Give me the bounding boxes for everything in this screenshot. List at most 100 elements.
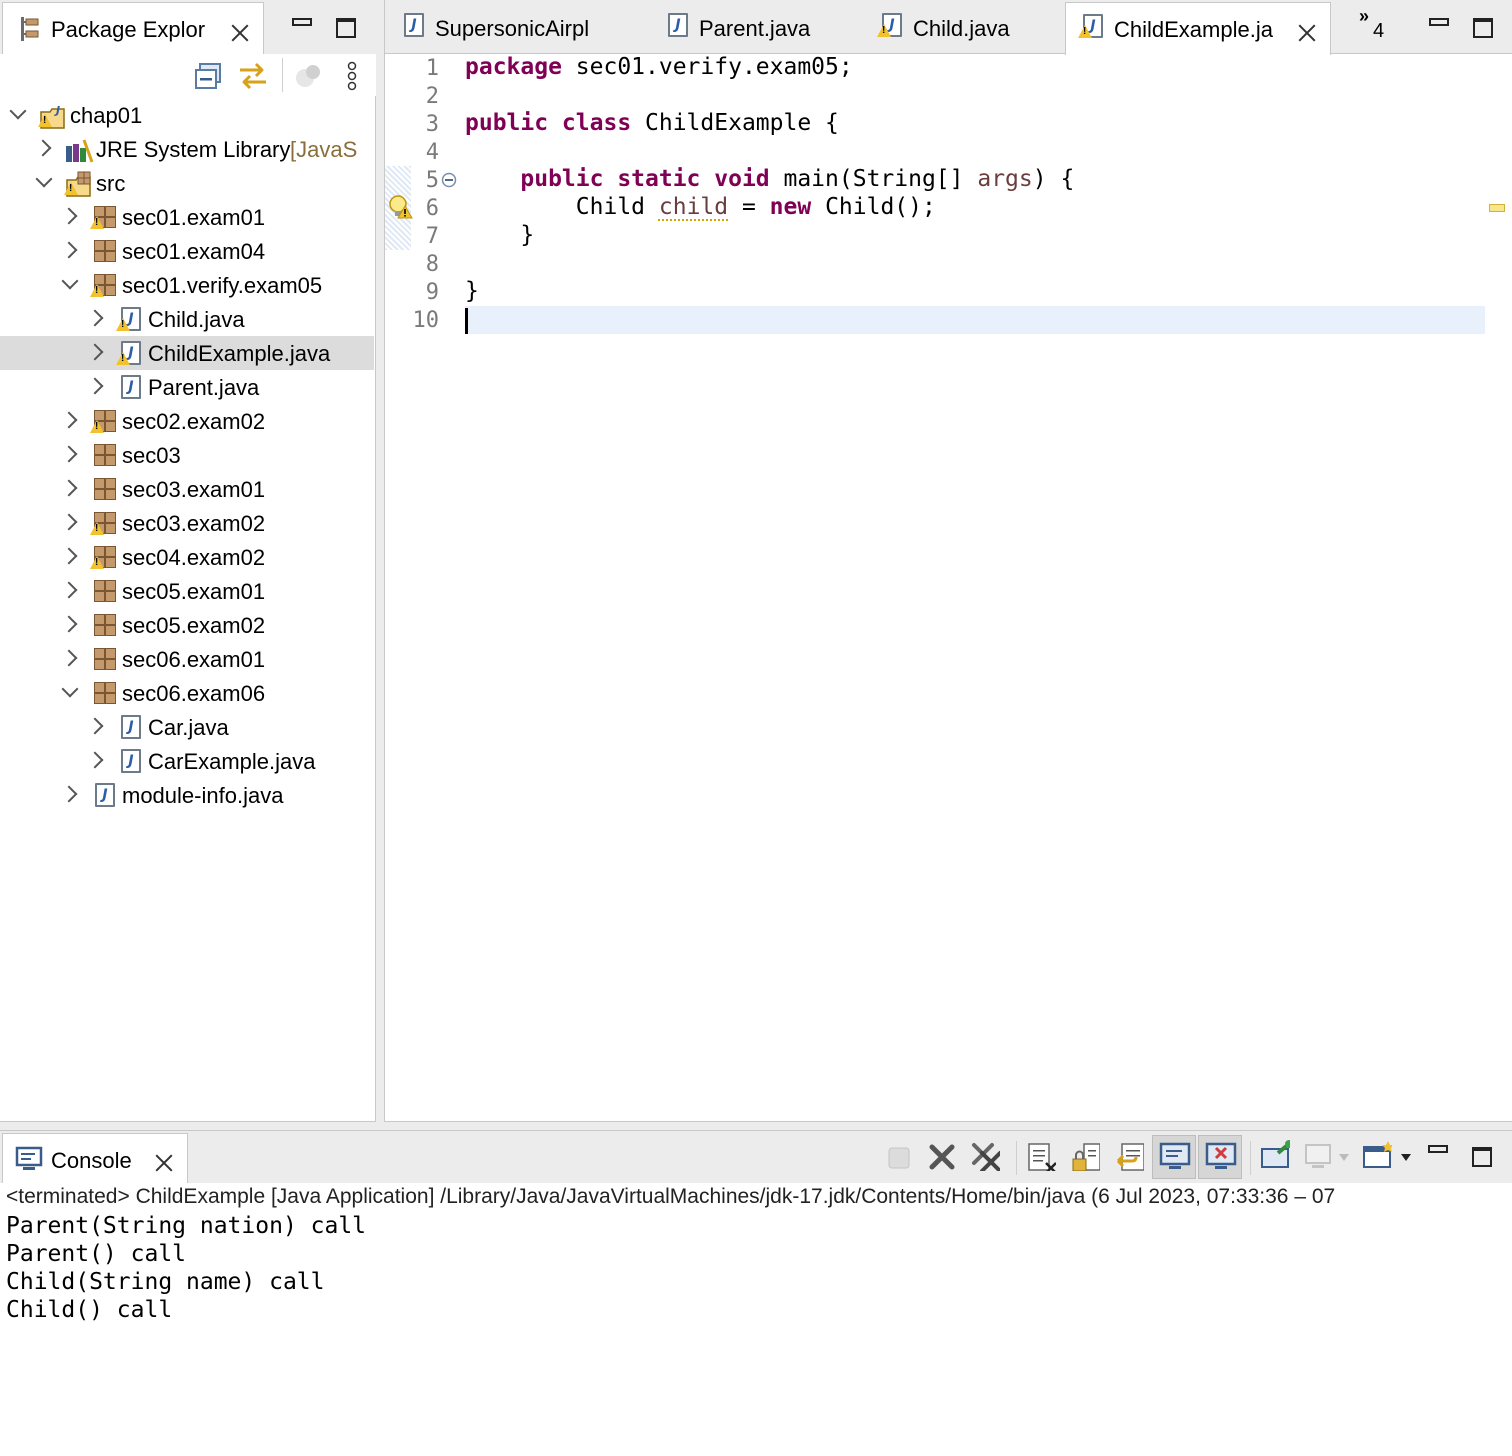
remove-all-terminated-icon[interactable] bbox=[970, 1141, 1000, 1171]
chevron-right-icon[interactable] bbox=[62, 787, 76, 801]
editor-tab-childexample[interactable]: J ChildExample.ja bbox=[1065, 2, 1331, 55]
text-caret bbox=[465, 308, 468, 334]
chevron-right-icon[interactable] bbox=[62, 617, 76, 631]
tree-item[interactable]: J Parent.java bbox=[0, 370, 374, 404]
tree-item[interactable]: sec06.exam01 bbox=[0, 642, 374, 676]
chevron-down-icon[interactable] bbox=[36, 175, 50, 189]
view-menu-icon[interactable] bbox=[344, 60, 360, 94]
word-wrap-icon[interactable] bbox=[1114, 1141, 1144, 1171]
tree-item[interactable]: J Car.java bbox=[0, 710, 374, 744]
scroll-lock-icon[interactable] bbox=[1070, 1141, 1100, 1171]
chevron-right-icon[interactable] bbox=[62, 651, 76, 665]
tree-item-label: sec06.exam06 bbox=[122, 681, 266, 706]
remove-launch-icon[interactable] bbox=[926, 1141, 956, 1171]
editor-tab-child[interactable]: J Child.java bbox=[865, 2, 1059, 52]
open-console-icon[interactable] bbox=[1362, 1139, 1392, 1169]
code-line-1[interactable]: package sec01.verify.exam05; bbox=[465, 54, 853, 80]
tree-item[interactable]: sec05.exam01 bbox=[0, 574, 374, 608]
maximize-icon[interactable] bbox=[1473, 18, 1493, 38]
chevron-right-icon[interactable] bbox=[62, 243, 76, 257]
console-tab[interactable]: Console bbox=[2, 1133, 188, 1183]
chevron-right-icon[interactable] bbox=[62, 481, 76, 495]
tree-item[interactable]: sec05.exam02 bbox=[0, 608, 374, 642]
tree-item[interactable]: Jmodule-info.java bbox=[0, 778, 374, 812]
chevron-right-icon[interactable] bbox=[88, 379, 102, 393]
code-line-7[interactable]: } bbox=[465, 222, 534, 248]
maximize-icon[interactable] bbox=[336, 18, 356, 38]
tree-item[interactable]: src bbox=[0, 166, 374, 200]
tree-item[interactable]: sec01.exam01 bbox=[0, 200, 374, 234]
code-line-5[interactable]: public static void main(String[] args) { bbox=[465, 166, 1074, 192]
code-line-3[interactable]: public class ChildExample { bbox=[465, 110, 839, 136]
collapse-all-icon[interactable] bbox=[194, 62, 224, 92]
tree-item-label: CarExample.java bbox=[148, 749, 316, 774]
minimize-icon[interactable] bbox=[292, 18, 312, 26]
tree-item[interactable]: sec04.exam02 bbox=[0, 540, 374, 574]
chevron-right-icon[interactable] bbox=[62, 515, 76, 529]
tree-item[interactable]: JChildExample.java bbox=[0, 336, 374, 370]
chevron-double-right-icon: » bbox=[1359, 6, 1370, 26]
tree-item[interactable]: sec03.exam02 bbox=[0, 506, 374, 540]
pin-console-icon[interactable] bbox=[1260, 1139, 1290, 1169]
show-console-on-stdout-toggle[interactable] bbox=[1152, 1135, 1196, 1179]
minimize-icon[interactable] bbox=[1429, 18, 1449, 26]
close-icon[interactable] bbox=[229, 22, 251, 44]
tree-item[interactable]: Jchap01 bbox=[0, 98, 374, 132]
java-file-warning-icon: J bbox=[1078, 13, 1106, 41]
chevron-right-icon[interactable] bbox=[36, 141, 50, 155]
chevron-down-icon[interactable] bbox=[62, 685, 76, 699]
focus-on-active-task-icon bbox=[296, 65, 320, 87]
chevron-right-icon[interactable] bbox=[62, 209, 76, 223]
minimize-icon[interactable] bbox=[1428, 1145, 1448, 1153]
package-icon bbox=[90, 646, 118, 674]
console-icon bbox=[15, 1146, 43, 1170]
line-number: 5 bbox=[425, 168, 439, 193]
close-icon[interactable] bbox=[1296, 22, 1318, 44]
chevron-right-icon[interactable] bbox=[62, 413, 76, 427]
package-explorer-tab-label: Package Explor bbox=[51, 17, 206, 42]
package-icon bbox=[90, 442, 118, 470]
editor-tab-parent[interactable]: J Parent.java bbox=[651, 2, 861, 52]
console-tab-label: Console bbox=[51, 1148, 132, 1173]
chevron-right-icon[interactable] bbox=[62, 549, 76, 563]
overflow-count: 4 bbox=[1373, 20, 1385, 42]
tree-item[interactable]: sec06.exam06 bbox=[0, 676, 374, 710]
maximize-icon[interactable] bbox=[1472, 1147, 1492, 1167]
tree-item[interactable]: sec03 bbox=[0, 438, 374, 472]
code-line-6[interactable]: Child child = new Child(); bbox=[465, 194, 936, 220]
package-icon bbox=[90, 476, 118, 504]
tree-item[interactable]: sec01.exam04 bbox=[0, 234, 374, 268]
unused-variable-warning[interactable]: child bbox=[659, 194, 728, 220]
console-output-line: Child() call bbox=[6, 1297, 173, 1323]
tree-item[interactable]: sec02.exam02 bbox=[0, 404, 374, 438]
chevron-right-icon[interactable] bbox=[88, 345, 102, 359]
chevron-right-icon[interactable] bbox=[88, 753, 102, 767]
fold-collapse-icon[interactable] bbox=[441, 172, 457, 188]
tree-item[interactable]: sec01.verify.exam05 bbox=[0, 268, 374, 302]
tree-item[interactable]: JChild.java bbox=[0, 302, 374, 336]
show-console-on-stderr-toggle[interactable] bbox=[1198, 1135, 1242, 1179]
chevron-down-icon[interactable] bbox=[10, 107, 24, 121]
chevron-right-icon[interactable] bbox=[88, 719, 102, 733]
package-explorer-tab[interactable]: Package Explor bbox=[2, 2, 264, 54]
chevron-down-icon[interactable] bbox=[62, 277, 76, 291]
tree-item[interactable]: sec03.exam01 bbox=[0, 472, 374, 506]
editor-tab-supersonicairplane[interactable]: J SupersonicAirpl bbox=[387, 2, 649, 52]
quick-fix-warning-icon[interactable] bbox=[387, 194, 413, 220]
tree-item[interactable]: JRE System Library [JavaS bbox=[0, 132, 374, 166]
dropdown-arrow-icon[interactable] bbox=[1338, 1153, 1350, 1163]
tree-item-label: src bbox=[96, 171, 126, 196]
chevron-right-icon[interactable] bbox=[88, 311, 102, 325]
close-icon[interactable] bbox=[153, 1152, 175, 1174]
tree-item[interactable]: J CarExample.java bbox=[0, 744, 374, 778]
clear-console-icon[interactable] bbox=[1026, 1141, 1056, 1171]
dropdown-arrow-icon[interactable] bbox=[1400, 1153, 1412, 1163]
package-explorer-tabbar: Package Explor bbox=[0, 0, 376, 54]
java-file-warning-icon: J bbox=[877, 12, 905, 40]
overview-ruler-warning-marker[interactable] bbox=[1489, 204, 1505, 212]
chevron-right-icon[interactable] bbox=[62, 583, 76, 597]
tab-overflow-button[interactable]: » 4 bbox=[1359, 6, 1399, 44]
link-with-editor-icon[interactable] bbox=[236, 60, 270, 92]
code-line-9[interactable]: } bbox=[465, 278, 479, 304]
chevron-right-icon[interactable] bbox=[62, 447, 76, 461]
